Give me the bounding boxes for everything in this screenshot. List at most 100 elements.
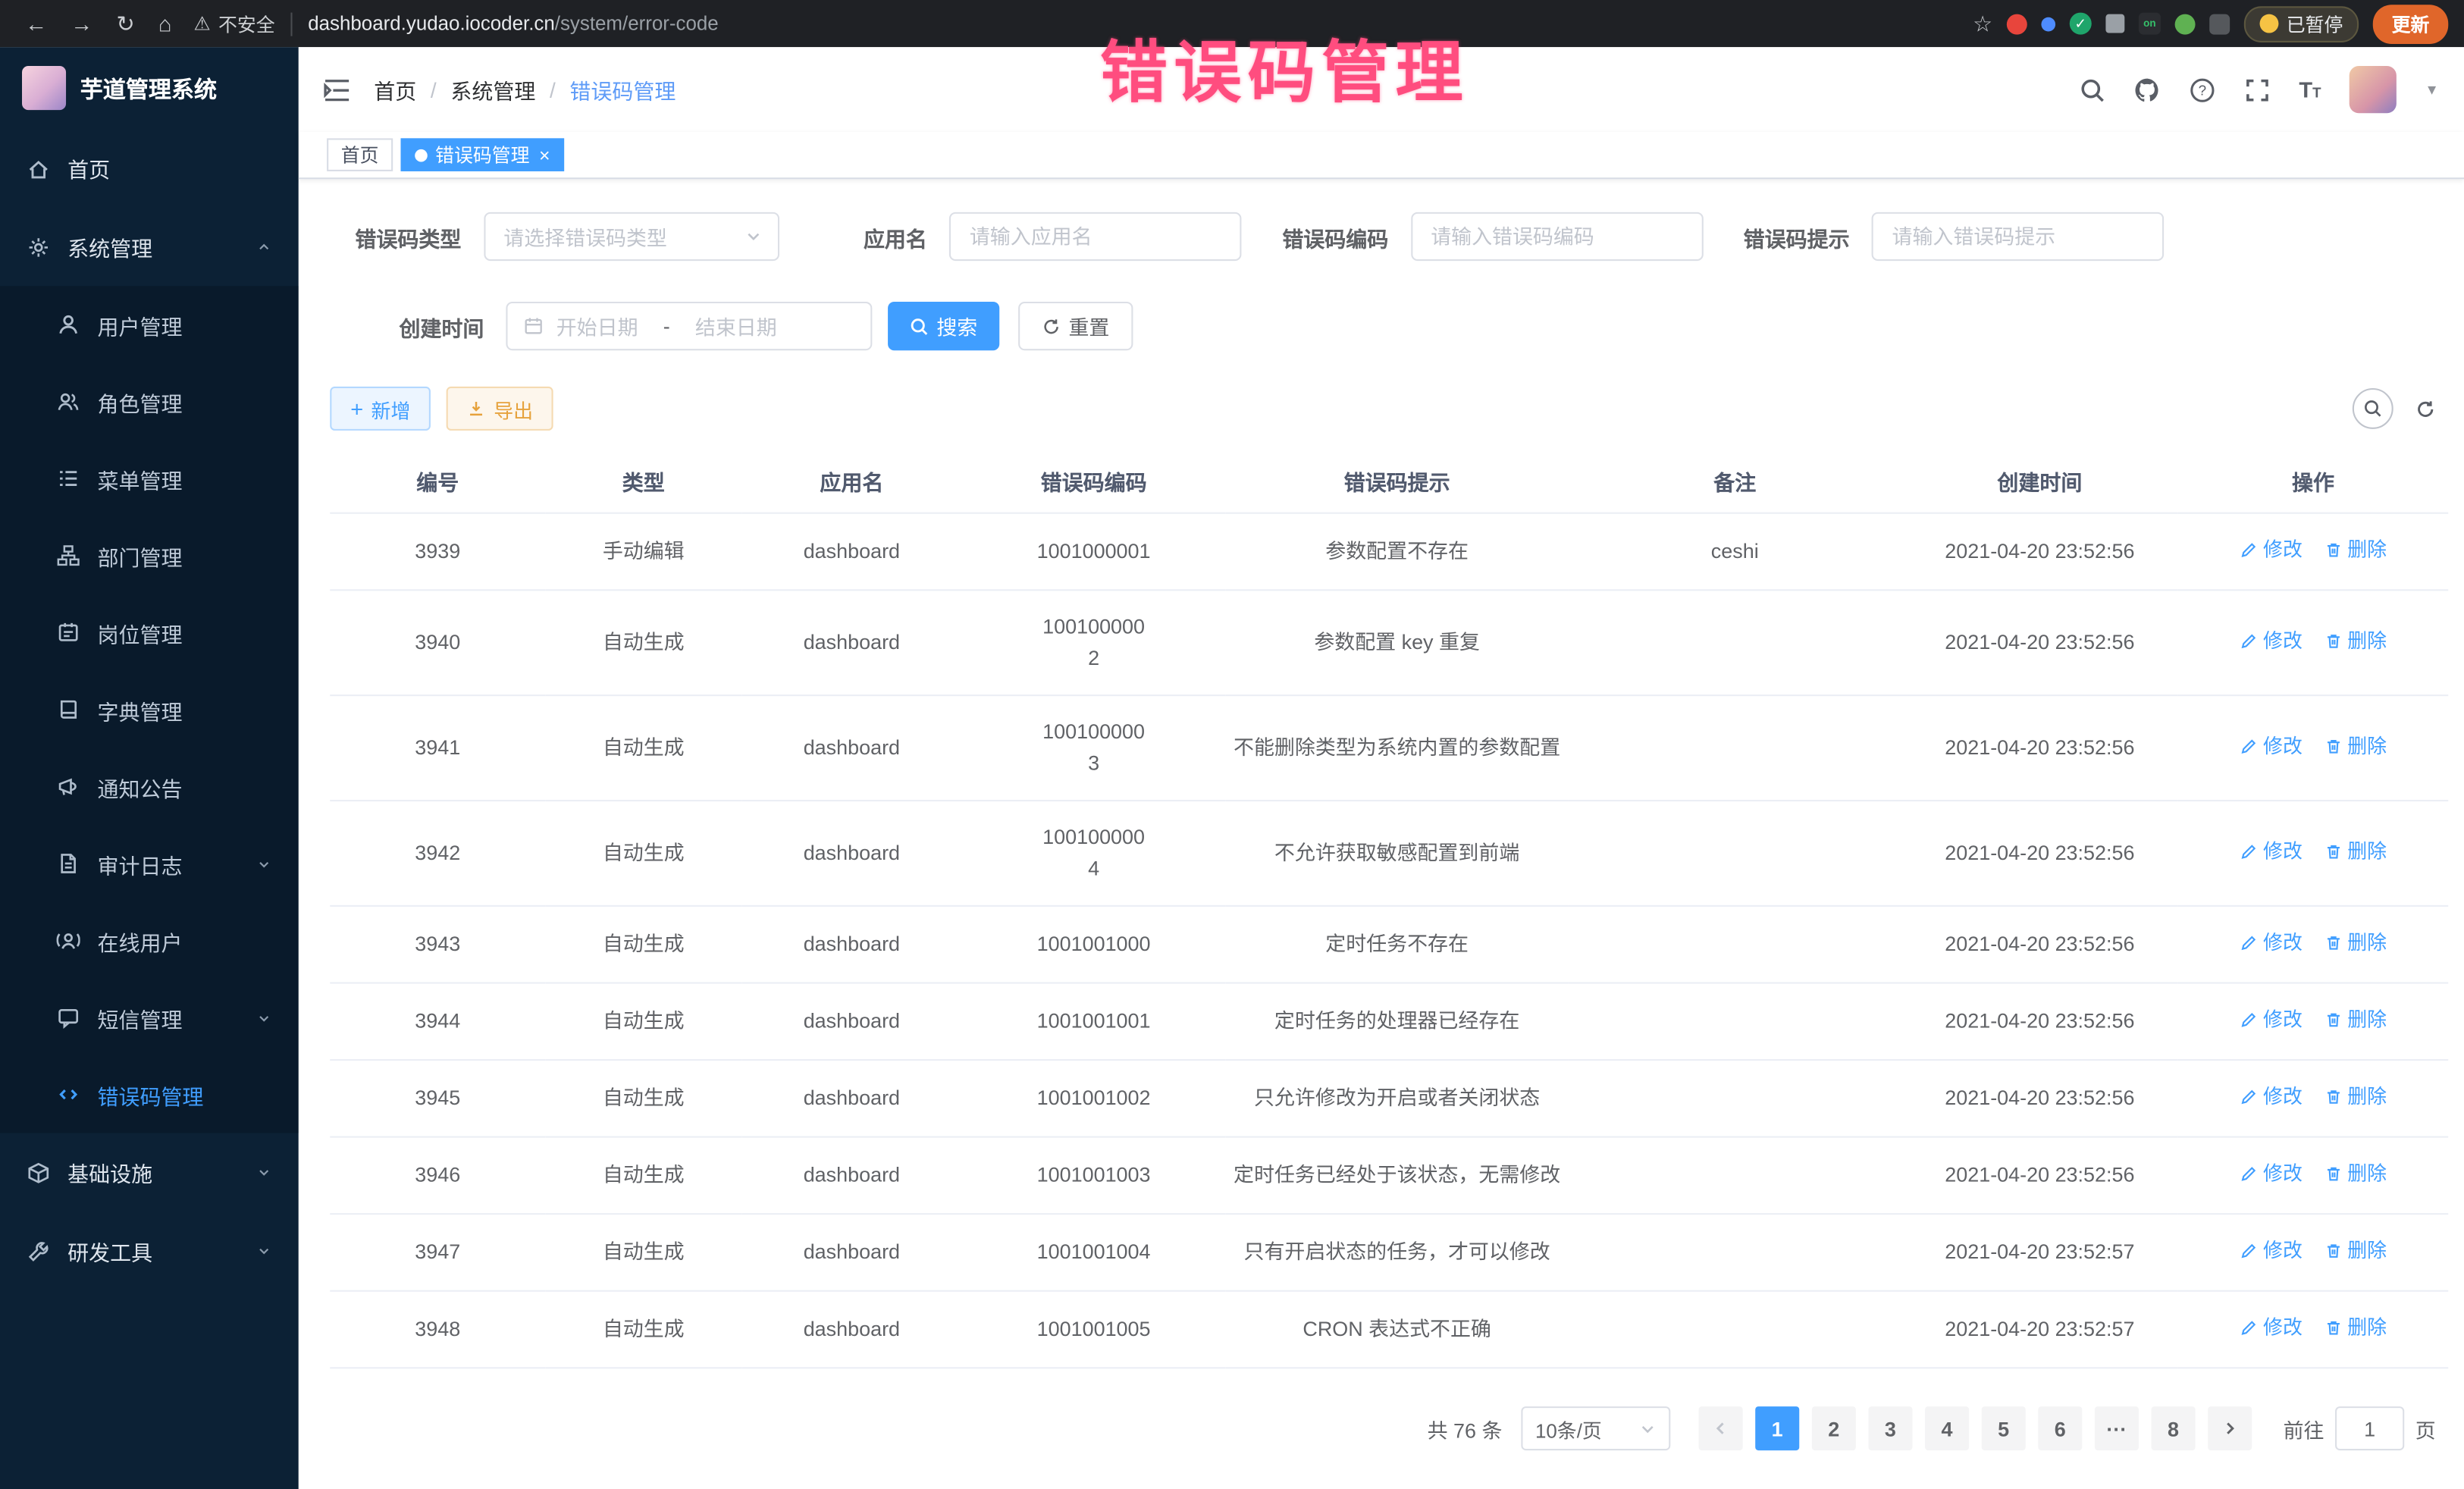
cell-app: dashboard [741,590,961,695]
delete-link[interactable]: 删除 [2324,1004,2387,1035]
browser-reload-icon[interactable]: ↻ [116,10,134,36]
error-code-input[interactable] [1410,212,1703,261]
delete-link[interactable]: 删除 [2324,1312,2387,1343]
logo[interactable]: 芋道管理系统 [0,47,299,129]
delete-link[interactable]: 删除 [2324,1158,2387,1190]
cell-app: dashboard [741,1291,961,1368]
security-label: 不安全 [218,10,275,36]
address-bar[interactable]: dashboard.yudao.iocoder.cn/system/error-… [308,13,719,35]
font-size-icon[interactable]: TT [2299,77,2321,102]
extension-red-icon[interactable] [2007,14,2027,34]
page-button[interactable]: 5 [1982,1406,2026,1450]
tab-home[interactable]: 首页 [327,138,393,171]
sidebar-item-system-management[interactable]: 系统管理 [0,208,299,287]
breadcrumb-system-management[interactable]: 系统管理 [450,74,535,105]
sidebar-item-error-code-management[interactable]: 错误码管理 [0,1056,299,1133]
edit-link[interactable]: 修改 [2240,1312,2303,1343]
fullscreen-icon[interactable] [2244,77,2271,103]
pencil-icon [2240,1241,2259,1260]
edit-link[interactable]: 修改 [2240,1081,2303,1112]
edit-link[interactable]: 修改 [2240,731,2303,762]
search-icon[interactable] [2079,77,2105,103]
hamburger-icon[interactable] [324,78,350,102]
error-type-select[interactable]: 请选择错误码类型 [483,212,779,261]
breadcrumb-home[interactable]: 首页 [374,74,416,105]
edit-link[interactable]: 修改 [2240,1158,2303,1190]
delete-link[interactable]: 删除 [2324,836,2387,867]
sidebar-item-menu-management[interactable]: 菜单管理 [0,440,299,517]
bookmark-star-icon[interactable]: ☆ [1973,10,1992,36]
pagination: 共 76 条 10条/页 123456···8 前往 页 [330,1406,2448,1450]
refresh-icon[interactable] [2415,398,2436,418]
page-button[interactable]: 1 [1755,1406,1799,1450]
next-page-button[interactable] [2208,1406,2252,1450]
edit-link[interactable]: 修改 [2240,927,2303,958]
delete-link[interactable]: 删除 [2324,1235,2387,1266]
app-name-input[interactable] [949,212,1242,261]
sidebar-item-dict-management[interactable]: 字典管理 [0,671,299,748]
delete-link[interactable]: 删除 [2324,731,2387,762]
avatar[interactable] [2350,66,2397,113]
extensions-puzzle-icon[interactable] [2209,14,2230,34]
page-button[interactable]: 4 [1925,1406,1969,1450]
prev-page-button[interactable] [1699,1406,1743,1450]
cell-app: dashboard [741,513,961,591]
extension-onetab-icon[interactable]: on [2139,13,2161,35]
toggle-search-icon[interactable] [2353,388,2393,429]
page-size-select[interactable]: 10条/页 [1521,1406,1670,1450]
browser-back-icon[interactable]: ← [25,11,47,36]
page-button[interactable]: ··· [2095,1406,2139,1450]
sidebar-item-post-management[interactable]: 岗位管理 [0,594,299,671]
edit-link[interactable]: 修改 [2240,625,2303,657]
caret-down-icon[interactable]: ▼ [2425,82,2438,98]
browser-forward-icon[interactable]: → [71,11,92,36]
pagination-total: 共 76 条 [1428,1413,1503,1443]
close-tab-icon[interactable]: × [539,146,550,165]
reset-button[interactable]: 重置 [1018,302,1133,350]
sidebar-item-label: 基础设施 [67,1157,152,1188]
delete-link[interactable]: 删除 [2324,625,2387,657]
site-security[interactable]: ⚠ 不安全 [193,10,274,36]
error-msg-input[interactable] [1872,212,2165,261]
extension-blue-icon[interactable] [2041,17,2055,31]
edit-link[interactable]: 修改 [2240,1235,2303,1266]
page-button[interactable]: 6 [2038,1406,2082,1450]
edit-link[interactable]: 修改 [2240,1004,2303,1035]
sidebar-item-infrastructure[interactable]: 基础设施 [0,1133,299,1212]
sidebar-item-role-management[interactable]: 角色管理 [0,363,299,440]
export-button[interactable]: 导出 [447,387,553,431]
date-range-picker[interactable]: 开始日期 - 结束日期 [506,302,872,350]
sidebar-item-dev-tools[interactable]: 研发工具 [0,1212,299,1290]
delete-link[interactable]: 删除 [2324,927,2387,958]
page-button[interactable]: 8 [2151,1406,2195,1450]
question-icon[interactable]: ? [2189,77,2215,103]
extension-check-icon[interactable]: ✓ [2070,13,2092,35]
sidebar-item-sms-management[interactable]: 短信管理 [0,979,299,1056]
sidebar-item-notice[interactable]: 通知公告 [0,748,299,826]
cell-time: 2021-04-20 23:52:57 [1901,1214,2178,1291]
github-icon[interactable] [2134,77,2161,103]
sidebar-item-dept-management[interactable]: 部门管理 [0,517,299,594]
edit-link[interactable]: 修改 [2240,836,2303,867]
sidebar-item-audit-log[interactable]: 审计日志 [0,825,299,902]
sidebar-item-user-management[interactable]: 用户管理 [0,286,299,363]
goto-page-input[interactable] [2335,1406,2404,1450]
add-button[interactable]: + 新增 [330,387,431,431]
cell-app: dashboard [741,983,961,1060]
delete-link[interactable]: 删除 [2324,534,2387,566]
col-header-app: 应用名 [741,450,961,513]
page-button[interactable]: 3 [1868,1406,1912,1450]
delete-link[interactable]: 删除 [2324,1081,2387,1112]
browser-home-icon[interactable]: ⌂ [158,11,172,36]
extension-leaf-icon[interactable] [2175,14,2196,34]
cell-id: 3943 [330,906,545,983]
page-button[interactable]: 2 [1812,1406,1856,1450]
sidebar-item-home[interactable]: 首页 [0,129,299,208]
paused-badge[interactable]: 已暂停 [2244,5,2359,42]
search-button[interactable]: 搜索 [888,302,999,350]
sidebar-item-online-users[interactable]: 在线用户 [0,902,299,980]
extension-grid-icon[interactable] [2105,14,2124,33]
tab-error-code-management[interactable]: 错误码管理 × [401,138,565,171]
browser-update-button[interactable]: 更新 [2373,4,2449,43]
edit-link[interactable]: 修改 [2240,534,2303,566]
